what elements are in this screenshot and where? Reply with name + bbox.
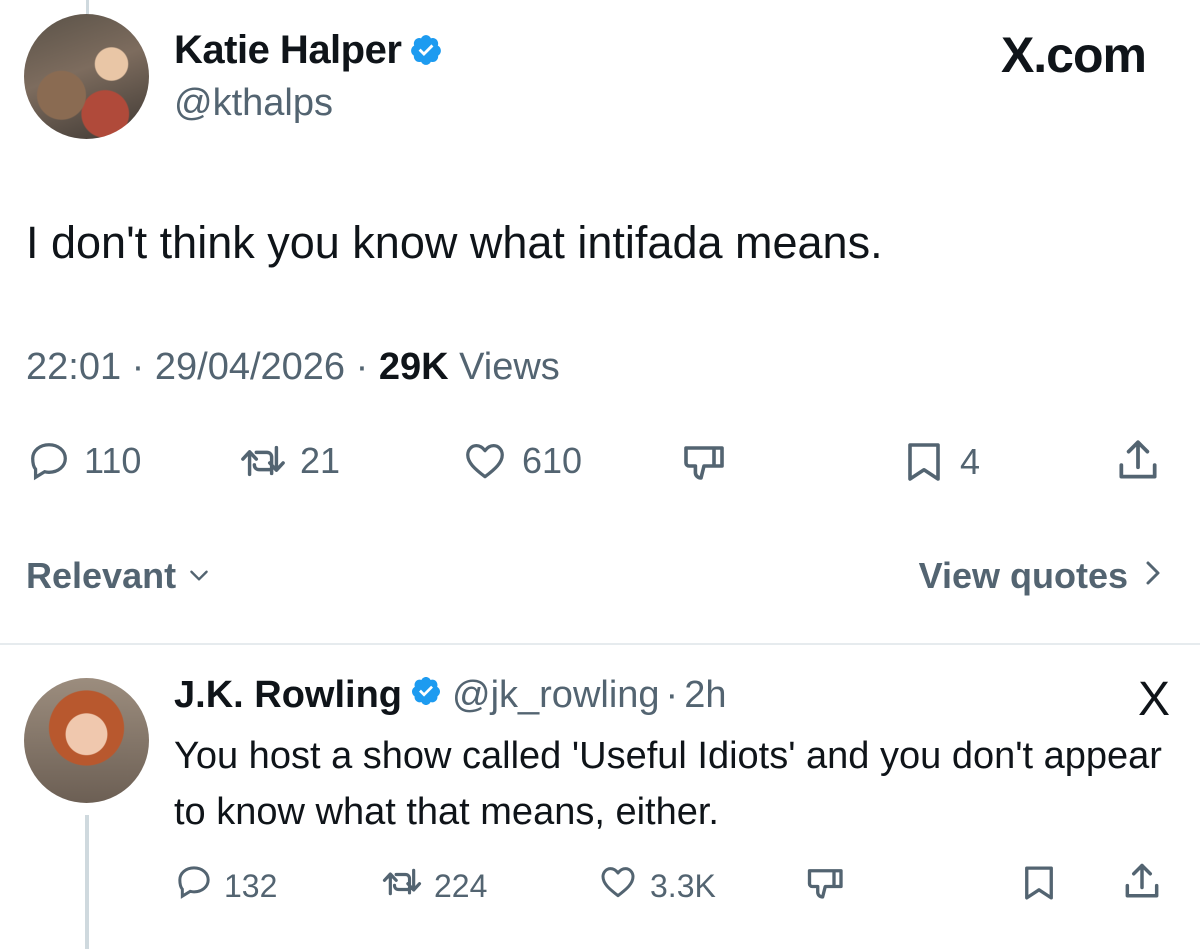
bookmark-count: 4 — [960, 441, 981, 482]
like-button[interactable]: 610 — [460, 438, 582, 484]
avatar[interactable] — [24, 14, 149, 139]
reply-button[interactable]: 110 — [26, 438, 141, 484]
views-label: Views — [459, 346, 560, 388]
repost-button[interactable]: 21 — [238, 438, 340, 484]
reply-author-name[interactable]: J.K. Rowling — [174, 674, 402, 717]
tweet-text: I don't think you know what intifada mea… — [26, 217, 883, 268]
reply-dislike-button[interactable] — [804, 862, 850, 912]
reply-header: J.K. Rowling @jk_rowling · 2h — [174, 674, 726, 717]
reply-author-handle[interactable]: @jk_rowling — [452, 674, 660, 717]
heart-icon — [460, 438, 510, 484]
site-badge: X.com — [1000, 27, 1147, 83]
reply-icon — [174, 862, 214, 910]
reply-avatar[interactable] — [24, 678, 149, 803]
repost-count: 21 — [300, 440, 341, 481]
chevron-right-icon — [1128, 555, 1164, 597]
author-handle[interactable]: @kthalps — [174, 82, 333, 125]
like-count: 610 — [522, 440, 583, 481]
reply-reply-count: 132 — [224, 867, 278, 904]
view-quotes-label: View quotes — [918, 555, 1128, 596]
x-logo: X — [1137, 673, 1170, 726]
thread-connector — [85, 815, 89, 949]
divider — [0, 643, 1200, 645]
tweet-time[interactable]: 22:01 — [26, 346, 121, 388]
repost-icon — [238, 438, 288, 484]
meta-separator: · — [665, 674, 679, 716]
author-name-text[interactable]: Katie Halper — [174, 28, 402, 72]
thumbs-down-icon — [804, 862, 850, 912]
reply-bookmark-button[interactable] — [1018, 862, 1060, 912]
reply-share-button[interactable] — [1120, 860, 1164, 912]
share-button[interactable] — [1112, 436, 1164, 486]
meta-separator: · — [131, 346, 155, 388]
bookmark-button[interactable]: 4 — [900, 438, 980, 486]
reply-text: You host a show called 'Useful Idiots' a… — [174, 735, 1162, 833]
tweet-date[interactable]: 29/04/2026 — [155, 346, 345, 388]
share-icon — [1112, 436, 1164, 486]
meta-separator: · — [355, 346, 379, 388]
reply-count: 110 — [84, 440, 142, 481]
tweet-screenshot: Katie Halper @kthalps X.com I don't thin… — [0, 0, 1200, 949]
chevron-down-icon — [176, 555, 212, 597]
reply-icon — [26, 438, 72, 484]
tweet-meta: 22:01 · 29/04/2026 · 29K Views — [26, 346, 560, 389]
heart-icon — [596, 862, 640, 910]
views-count: 29K — [378, 346, 449, 388]
reply-repost-count: 224 — [434, 867, 488, 904]
thumbs-down-icon — [680, 438, 732, 486]
share-icon — [1120, 860, 1164, 912]
reply-reply-button[interactable]: 132 — [174, 862, 277, 910]
reply-like-count: 3.3K — [650, 867, 716, 904]
repost-icon — [380, 862, 424, 910]
reply-repost-button[interactable]: 224 — [380, 862, 487, 910]
reply-like-button[interactable]: 3.3K — [596, 862, 716, 910]
verified-badge-icon — [409, 32, 443, 77]
sort-label: Relevant — [26, 555, 177, 596]
dislike-button[interactable] — [680, 438, 732, 486]
bookmark-icon — [1018, 862, 1060, 912]
bookmark-icon — [900, 438, 948, 486]
thread-connector-top — [86, 0, 89, 14]
reply-age[interactable]: 2h — [684, 674, 726, 717]
verified-badge-icon — [410, 674, 442, 717]
sort-dropdown[interactable]: Relevant — [26, 555, 212, 597]
view-quotes-link[interactable]: View quotes — [919, 555, 1164, 597]
author-name[interactable]: Katie Halper — [174, 28, 443, 77]
